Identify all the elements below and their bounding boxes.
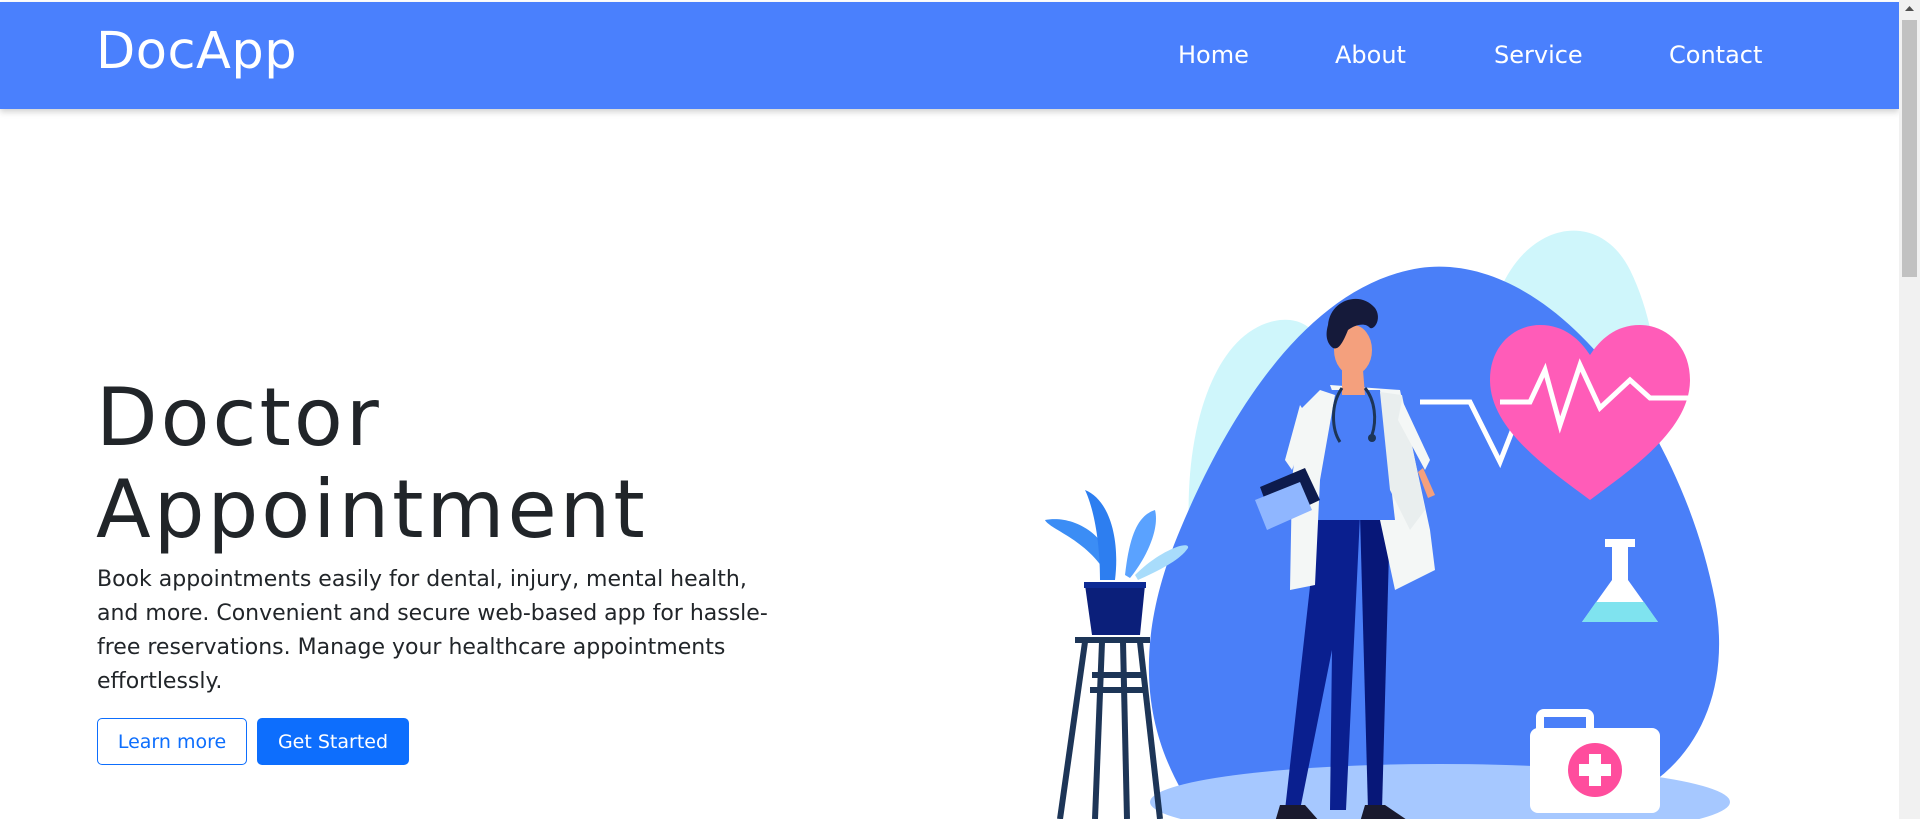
hero-description: Book appointments easily for dental, inj… (97, 567, 768, 694)
hero-title-line-2: Appointment (96, 463, 648, 556)
vertical-scrollbar[interactable] (1899, 0, 1920, 819)
scroll-up-arrow-icon[interactable] (1899, 0, 1920, 17)
nav-link-home[interactable]: Home (1178, 41, 1249, 69)
get-started-button[interactable]: Get Started (257, 718, 409, 765)
nav-link-contact[interactable]: Contact (1669, 41, 1762, 69)
learn-more-button[interactable]: Learn more (97, 718, 247, 765)
top-navbar: DocApp Home About Service Contact (0, 2, 1899, 109)
doctor-illustration (1045, 230, 1730, 819)
hero-title-line-1: Doctor (96, 371, 382, 464)
nav-link-service[interactable]: Service (1494, 41, 1583, 69)
first-aid-kit-icon (1530, 709, 1660, 813)
plant-stool (1057, 637, 1163, 819)
scrollbar-thumb[interactable] (1902, 20, 1917, 277)
brand-logo[interactable]: DocApp (96, 22, 297, 81)
hero-title: Doctor Appointment (96, 372, 648, 556)
nav-link-about[interactable]: About (1335, 41, 1406, 69)
